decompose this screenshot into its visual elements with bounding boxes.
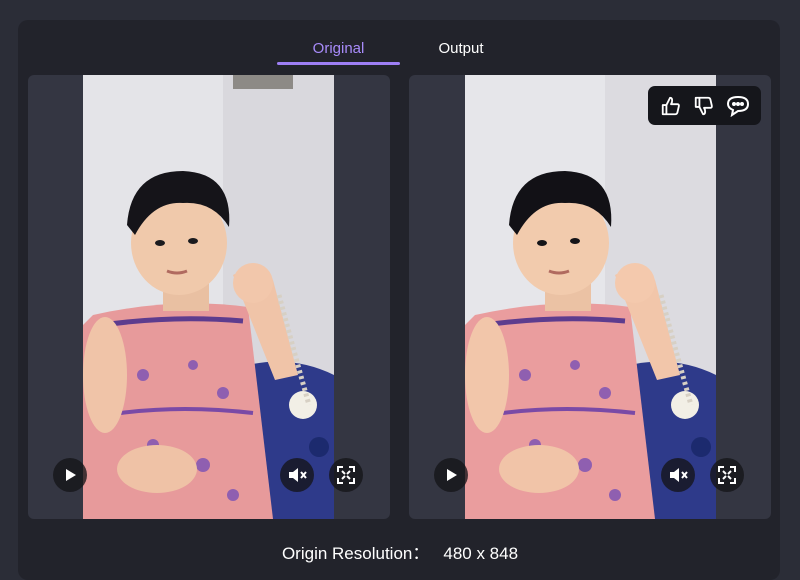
mute-button[interactable] — [661, 458, 695, 492]
output-video-card — [409, 75, 771, 519]
output-video-frame[interactable] — [465, 75, 716, 519]
comment-button[interactable] — [724, 92, 752, 120]
fullscreen-icon — [718, 466, 736, 484]
resolution-info: Origin Resolution： 480 x 848 — [0, 539, 800, 564]
play-button[interactable] — [53, 458, 87, 492]
resolution-value: 480 x 848 — [443, 544, 519, 563]
thumbs-down-button[interactable] — [690, 92, 718, 120]
mute-button[interactable] — [280, 458, 314, 492]
original-video-card — [28, 75, 390, 519]
active-tab-indicator — [277, 62, 400, 65]
fullscreen-icon — [337, 466, 355, 484]
mute-icon — [289, 468, 307, 482]
tab-original[interactable]: Original — [277, 40, 400, 57]
play-button[interactable] — [434, 458, 468, 492]
view-tabs: Original Output — [0, 0, 800, 70]
resolution-label: Origin Resolution： — [281, 544, 430, 563]
original-video-frame[interactable] — [83, 75, 334, 519]
thumbs-up-button[interactable] — [657, 92, 685, 120]
tab-output[interactable]: Output — [418, 40, 504, 57]
thumbs-up-icon — [661, 96, 680, 115]
fullscreen-button[interactable] — [329, 458, 363, 492]
play-icon — [447, 469, 457, 481]
mute-icon — [670, 468, 688, 482]
fullscreen-button[interactable] — [710, 458, 744, 492]
video-still-image — [465, 75, 716, 519]
play-icon — [66, 469, 76, 481]
thumbs-down-icon — [695, 96, 714, 115]
comment-icon — [727, 95, 750, 117]
feedback-toolbar — [648, 86, 761, 125]
video-still-image — [83, 75, 334, 519]
